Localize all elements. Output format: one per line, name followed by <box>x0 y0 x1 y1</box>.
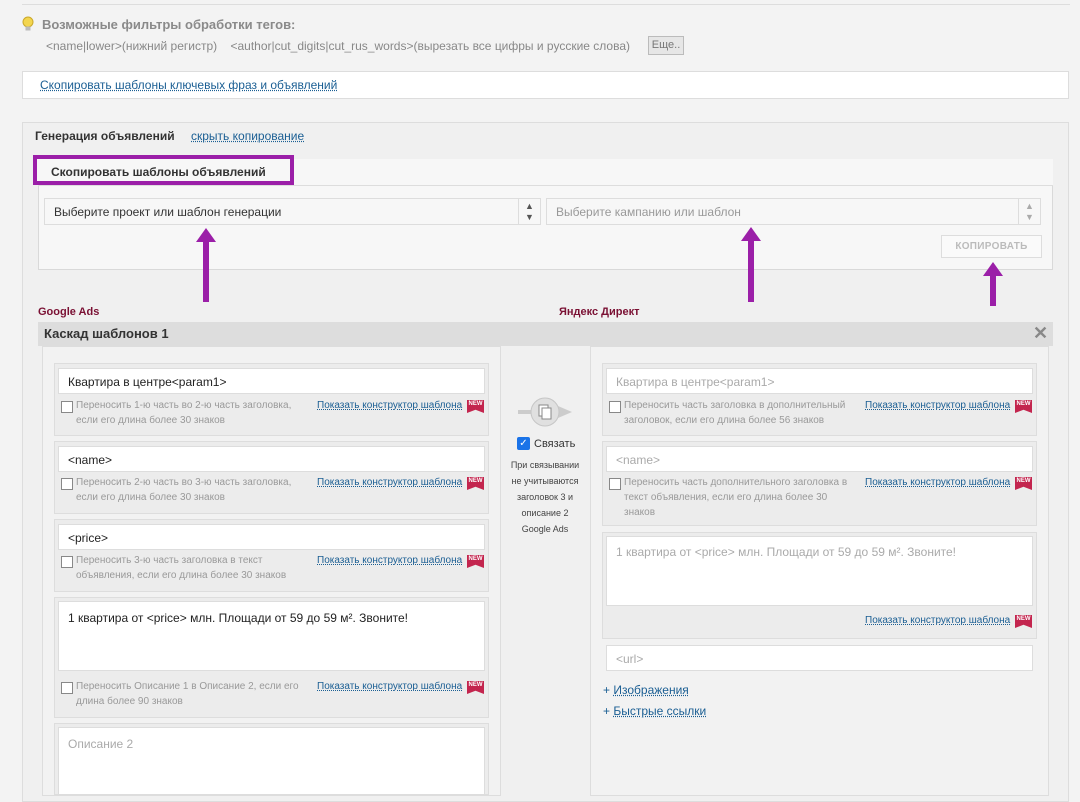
copy-keyphrases-link[interactable]: Скопировать шаблоны ключевых фраз и объя… <box>40 78 337 92</box>
show-constructor-link[interactable]: Показать конструктор шаблона <box>317 477 462 488</box>
add-quicklinks-link[interactable]: + Быстрые ссылки <box>603 704 706 718</box>
campaign-select[interactable]: Выберите кампанию или шаблон ▲ ▼ <box>546 198 1041 225</box>
top-divider <box>22 4 1070 5</box>
yandex-extra-headline-input[interactable]: <name> <box>606 446 1033 472</box>
annotation-arrow <box>990 274 996 306</box>
hide-copy-link[interactable]: скрыть копирование <box>191 129 304 143</box>
show-constructor-link[interactable]: Показать конструктор шаблона <box>865 477 1010 488</box>
project-select-value: Выберите проект или шаблон генерации <box>54 205 282 219</box>
yandex-headline-note: Переносить часть заголовка в дополнитель… <box>624 400 846 426</box>
more-filters-button[interactable]: Еще.. <box>648 36 684 55</box>
google-description1-checkbox[interactable] <box>61 682 73 694</box>
show-constructor-link[interactable]: Показать конструктор шаблона <box>317 400 462 411</box>
select-arrows-icon: ▲ ▼ <box>518 199 540 224</box>
cascade-header: Каскад шаблонов 1 <box>38 322 1053 346</box>
filter-lower: <name|lower>(нижний регистр) <box>46 39 218 53</box>
filters-list: <name|lower>(нижний регистр) <author|cut… <box>46 39 630 53</box>
link-note: При связывании не учитываются заголовок … <box>510 460 580 534</box>
yandex-direct-label: Яндекс Директ <box>559 306 640 318</box>
google-headline3-checkbox[interactable] <box>61 556 73 568</box>
show-constructor-link[interactable]: Показать конструктор шаблона <box>317 681 462 692</box>
close-icon[interactable]: ✕ <box>1033 323 1048 344</box>
google-headline2-note: Переносить 2-ю часть во 3-ю часть заголо… <box>76 477 292 503</box>
google-ads-label: Google Ads <box>38 306 100 318</box>
copy-keyphrases-box: Скопировать шаблоны ключевых фраз и объя… <box>22 71 1069 99</box>
yandex-extra-headline-note: Переносить часть дополнительного заголов… <box>624 477 848 518</box>
project-select[interactable]: Выберите проект или шаблон генерации ▲ ▼ <box>44 198 541 225</box>
annotation-arrow <box>203 240 209 302</box>
google-description1-input[interactable]: 1 квартира от <price> млн. Площади от 59… <box>58 601 485 671</box>
plus-icon: + <box>603 704 611 718</box>
yandex-text-input[interactable]: 1 квартира от <price> млн. Площади от 59… <box>606 536 1033 606</box>
google-headline2-checkbox[interactable] <box>61 478 73 490</box>
google-headline2-input[interactable]: <name> <box>58 446 485 472</box>
link-sync-icon <box>518 397 572 427</box>
google-headline3-note: Переносить 3-ю часть заголовка в текст об… <box>76 555 287 581</box>
filters-title: Возможные фильтры обработки тегов: <box>42 17 296 32</box>
filter-author: <author|cut_digits|cut_rus_words>(выреза… <box>230 39 631 53</box>
google-description2-input[interactable]: Описание 2 <box>58 727 485 795</box>
google-headline1-note: Переносить 1-ю часть во 2-ю часть заголо… <box>76 400 292 426</box>
show-constructor-link[interactable]: Показать конструктор шаблона <box>865 615 1010 626</box>
section-title: Генерация объявлений <box>35 129 175 143</box>
google-description1-note: Переносить Описание 1 в Описание 2, если… <box>76 681 299 707</box>
cascade-title: Каскад шаблонов 1 <box>44 326 169 341</box>
add-images-link[interactable]: + Изображения <box>603 683 689 697</box>
yandex-extra-headline-checkbox[interactable] <box>609 478 621 490</box>
link-checkbox-label: Связать <box>534 438 576 450</box>
plus-icon: + <box>603 683 611 697</box>
yandex-headline-checkbox[interactable] <box>609 401 621 413</box>
yandex-headline-input[interactable]: Квартира в центре<param1> <box>606 368 1033 394</box>
google-headline1-checkbox[interactable] <box>61 401 73 413</box>
show-constructor-link[interactable]: Показать конструктор шаблона <box>865 400 1010 411</box>
copy-templates-title: Скопировать шаблоны объявлений <box>33 155 294 185</box>
google-headline3-input[interactable]: <price> <box>58 524 485 550</box>
lightbulb-icon <box>22 16 34 31</box>
campaign-select-value: Выберите кампанию или шаблон <box>556 205 741 219</box>
google-headline1-input[interactable]: Квартира в центре<param1> <box>58 368 485 394</box>
yandex-url-input[interactable]: <url> <box>606 645 1033 671</box>
annotation-arrow <box>748 239 754 302</box>
select-arrows-icon: ▲ ▼ <box>1018 199 1040 224</box>
link-checkbox[interactable]: ✓ <box>517 437 530 450</box>
copy-button[interactable]: КОПИРОВАТЬ <box>941 235 1042 258</box>
show-constructor-link[interactable]: Показать конструктор шаблона <box>317 555 462 566</box>
